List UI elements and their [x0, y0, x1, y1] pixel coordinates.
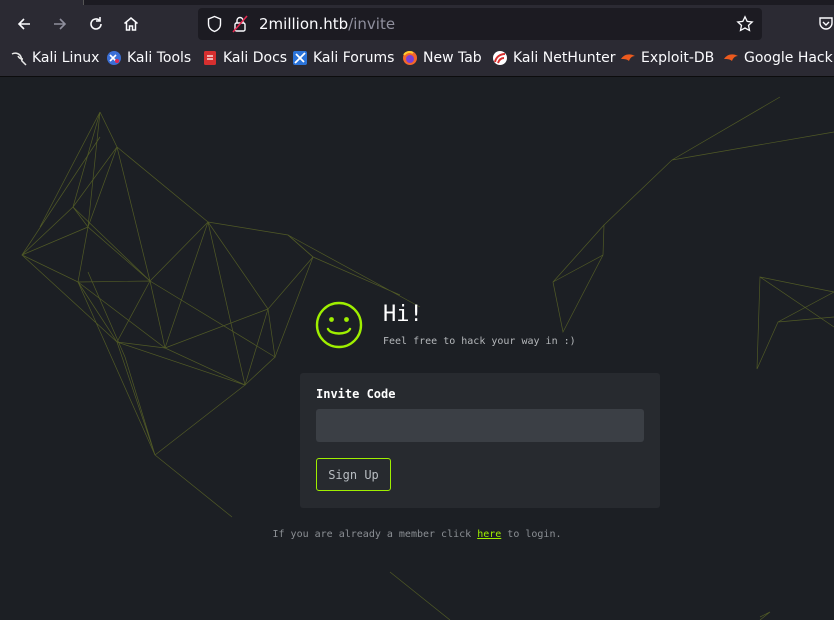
invite-page: Hi! Feel free to hack your way in :) Inv…	[0, 77, 834, 620]
bookmark-label: Kali Forums	[313, 50, 395, 66]
bookmark-new-tab[interactable]: New Tab	[402, 50, 482, 66]
exploit-db-icon	[621, 54, 635, 61]
home-icon	[124, 17, 138, 31]
invite-code-input[interactable]	[316, 409, 644, 442]
kali-dragon-icon	[11, 52, 27, 66]
firefox-icon	[403, 50, 417, 65]
bookmark-star-icon[interactable]	[736, 15, 754, 33]
pocket-icon[interactable]	[818, 15, 834, 31]
bookmark-exploit-db[interactable]: Exploit-DB	[620, 50, 714, 66]
insecure-lock-icon[interactable]	[232, 15, 248, 33]
bookmark-label: Google Hackin	[744, 50, 834, 66]
bookmark-label: Kali Docs	[223, 50, 288, 66]
bookmark-label: Exploit-DB	[641, 50, 715, 66]
footnote-prefix: If you are already a member click	[272, 529, 478, 540]
invite-form-card: Invite Code Sign Up	[300, 373, 660, 508]
bookmark-kali-forums[interactable]: Kali Forums	[292, 50, 394, 66]
back-button[interactable]	[10, 10, 38, 38]
bookmark-kali-tools[interactable]: Kali Tools	[106, 50, 191, 66]
url-text[interactable]: 2million.htb/invite	[259, 15, 395, 33]
smiley-face-icon	[315, 301, 363, 349]
bookmark-label: Kali Tools	[127, 50, 192, 66]
url-bar[interactable]: 2million.htb/invite	[198, 8, 762, 40]
kali-docs-icon	[204, 51, 216, 65]
forward-arrow-icon	[54, 18, 67, 30]
url-host: 2million.htb	[259, 15, 349, 33]
home-button[interactable]	[117, 10, 145, 38]
url-path: /invite	[348, 15, 396, 33]
browser-toolbar: 2million.htb/invite	[0, 5, 834, 43]
tracking-shield-icon[interactable]	[206, 15, 223, 33]
bookmark-label: Kali Linux	[32, 50, 100, 66]
nethunter-icon	[493, 51, 507, 65]
bookmarks-toolbar: Kali Linux Kali Tools Kali Docs Kali For…	[0, 43, 834, 77]
bookmark-label: New Tab	[423, 50, 482, 66]
sign-up-button[interactable]: Sign Up	[316, 458, 391, 491]
greeting-heading: Hi!	[383, 302, 423, 327]
invite-code-label: Invite Code	[316, 387, 396, 401]
reload-button[interactable]	[82, 10, 110, 38]
kali-forums-icon	[293, 51, 307, 65]
bookmark-kali-docs[interactable]: Kali Docs	[202, 50, 287, 66]
kali-tools-icon	[107, 51, 121, 65]
reload-icon	[90, 17, 102, 30]
bookmark-label: Kali NetHunter	[513, 50, 616, 66]
forward-button[interactable]	[46, 10, 74, 38]
login-footnote: If you are already a member click here t…	[0, 529, 834, 540]
footnote-suffix: to login.	[501, 529, 562, 540]
bookmark-kali-linux[interactable]: Kali Linux	[11, 50, 99, 66]
back-arrow-icon	[17, 18, 30, 30]
login-link[interactable]: here	[477, 529, 501, 540]
bookmark-google-hacking[interactable]: Google Hackin	[723, 50, 834, 66]
ghdb-icon	[724, 54, 738, 61]
bookmark-kali-nethunter[interactable]: Kali NetHunter	[492, 50, 615, 66]
greeting-tagline: Feel free to hack your way in :)	[383, 336, 576, 347]
